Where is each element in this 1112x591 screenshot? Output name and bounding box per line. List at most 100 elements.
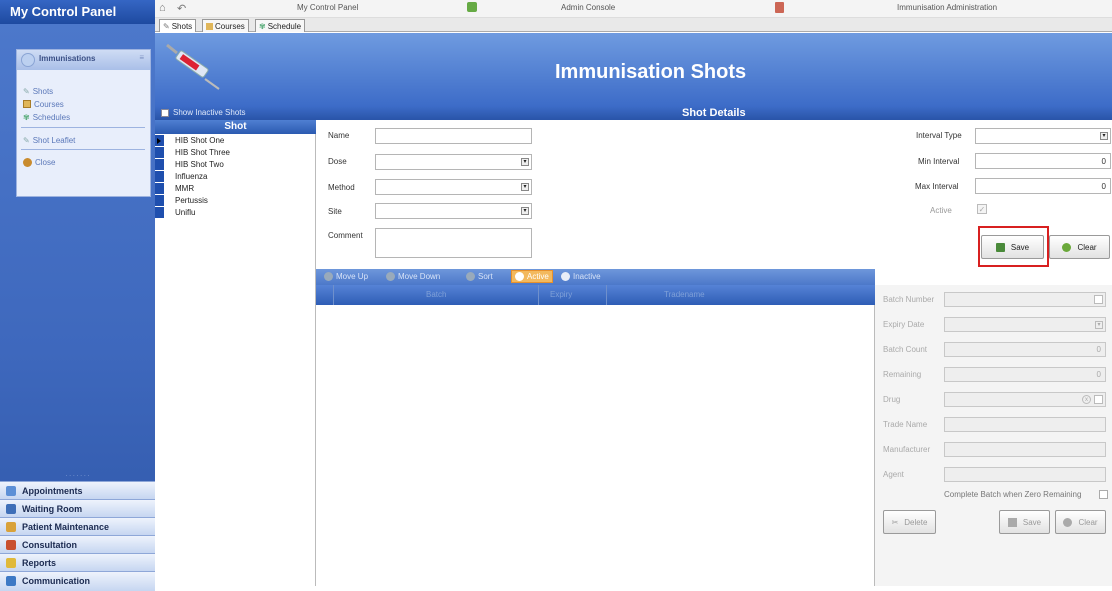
list-item[interactable]: Pertussis [155, 195, 316, 206]
list-gutter [155, 219, 164, 586]
breadcrumb-admin-console[interactable]: Admin Console [561, 3, 615, 12]
batch-clear-button[interactable]: Clear [1055, 510, 1106, 534]
interval-type-select[interactable]: ▾ [975, 128, 1111, 144]
show-inactive-checkbox[interactable] [161, 108, 169, 117]
name-field[interactable] [375, 128, 532, 144]
list-item[interactable]: HIB Shot One [155, 135, 316, 146]
list-item[interactable]: HIB Shot Two [155, 159, 316, 170]
shot-column-header[interactable]: Shot [155, 120, 316, 134]
lookup-icon[interactable] [1094, 395, 1103, 404]
sidebar-item-close[interactable]: Close [23, 156, 55, 168]
active-filter-button[interactable]: Active [511, 270, 553, 283]
sidebar-item-shot-leaflet[interactable]: ✎ Shot Leaflet [23, 134, 75, 146]
tab-courses[interactable]: Courses [202, 19, 249, 32]
sort-label: Sort [478, 272, 493, 281]
tab-label: Shots [171, 21, 193, 31]
clear-icon [1062, 242, 1072, 252]
inactive-filter-button[interactable]: Inactive [561, 272, 601, 281]
sidebar-item-schedules[interactable]: ✾ Schedules [23, 111, 70, 123]
page-header: Immunisation Shots [155, 33, 1112, 106]
batch-number-field[interactable] [944, 292, 1106, 307]
consultation-icon [6, 540, 16, 550]
batch-grid-header: Batch Expiry Tradename [316, 285, 875, 305]
nav-waiting-room[interactable]: Waiting Room [0, 499, 155, 517]
name-label: Name [328, 131, 350, 140]
sidebar: My Control Panel Immunisations ≡ ✎ Shots… [0, 0, 155, 591]
active-label: Active [930, 206, 952, 215]
active-checkbox[interactable]: ✓ [977, 204, 987, 214]
sidebar-item-courses[interactable]: Courses [23, 98, 64, 110]
home-icon[interactable]: ⌂ [159, 2, 166, 14]
lookup-icon[interactable] [1094, 295, 1103, 304]
list-item-label: Uniflu [175, 208, 196, 217]
collapse-icon[interactable]: ≡ [139, 53, 144, 62]
batch-save-button[interactable]: Save [999, 510, 1050, 534]
splitter-grip[interactable]: · · · · · · · [0, 473, 155, 481]
tab-shots[interactable]: ✎ Shots [159, 19, 197, 32]
list-item[interactable]: Uniflu [155, 207, 316, 218]
inactive-icon [561, 272, 570, 281]
nav-patient-maintenance[interactable]: Patient Maintenance [0, 517, 155, 535]
breadcrumb-control-panel[interactable]: My Control Panel [297, 3, 358, 12]
chevron-down-icon[interactable]: ▾ [521, 207, 529, 215]
manufacturer-field[interactable] [944, 442, 1106, 457]
move-down-label: Move Down [398, 272, 441, 281]
column-divider [606, 285, 607, 305]
batch-count-label: Batch Count [883, 345, 928, 354]
remaining-field[interactable]: 0 [944, 367, 1106, 382]
delete-button[interactable]: ✂ Delete [883, 510, 936, 534]
breadcrumb-immunisation-admin[interactable]: Immunisation Administration [897, 3, 997, 12]
column-header-tradename[interactable]: Tradename [664, 290, 705, 299]
dose-select[interactable]: ▾ [375, 154, 532, 170]
syringe-icon [21, 53, 35, 67]
top-toolbar: ⌂ ↶ My Control Panel Admin Console Immun… [155, 0, 1112, 18]
expiry-date-field[interactable]: ▾ [944, 317, 1106, 332]
sort-button[interactable]: Sort [466, 272, 493, 281]
show-inactive-toggle[interactable]: Show Inactive Shots [161, 108, 245, 117]
active-icon [515, 272, 524, 281]
chevron-down-icon[interactable]: ▾ [521, 183, 529, 191]
chevron-down-icon[interactable]: ▾ [521, 158, 529, 166]
column-header-batch[interactable]: Batch [426, 290, 446, 299]
method-label: Method [328, 183, 355, 192]
max-interval-field[interactable]: 0 [975, 178, 1111, 194]
move-up-button[interactable]: Move Up [324, 272, 368, 281]
column-header-expiry[interactable]: Expiry [550, 290, 572, 299]
move-down-button[interactable]: Move Down [386, 272, 440, 281]
show-inactive-label: Show Inactive Shots [173, 108, 246, 117]
chevron-down-icon[interactable]: ▾ [1095, 321, 1103, 329]
close-icon [23, 157, 32, 167]
clear-button[interactable]: Clear [1049, 235, 1110, 259]
sidebar-item-shots[interactable]: ✎ Shots [23, 85, 53, 97]
comment-field[interactable] [375, 228, 532, 258]
nav-appointments[interactable]: Appointments [0, 481, 155, 499]
nav-communication[interactable]: Communication [0, 571, 155, 591]
min-interval-field[interactable]: 0 [975, 153, 1111, 169]
clear-icon[interactable]: x [1082, 395, 1091, 404]
delete-button-label: Delete [904, 517, 928, 527]
agent-field[interactable] [944, 467, 1106, 482]
complete-batch-checkbox[interactable] [1099, 490, 1108, 499]
tab-schedule[interactable]: ✾ Schedule [255, 19, 306, 32]
drug-field[interactable]: x [944, 392, 1106, 407]
nav-consultation[interactable]: Consultation [0, 535, 155, 553]
shot-list: Shot HIB Shot One HIB Shot Three HIB Sho… [155, 120, 316, 586]
batch-count-field[interactable]: 0 [944, 342, 1106, 357]
trade-name-field[interactable] [944, 417, 1106, 432]
list-item[interactable]: MMR [155, 183, 316, 194]
back-icon[interactable]: ↶ [177, 2, 186, 15]
batch-grid[interactable] [316, 305, 875, 586]
nav-label: Reports [22, 558, 57, 568]
nav-reports[interactable]: Reports [0, 553, 155, 571]
method-select[interactable]: ▾ [375, 179, 532, 195]
batch-clear-label: Clear [1078, 517, 1098, 527]
chevron-down-icon[interactable]: ▾ [1100, 132, 1108, 140]
save-icon [995, 242, 1005, 252]
list-item-label: Pertussis [175, 196, 208, 205]
save-button[interactable]: Save [981, 235, 1044, 259]
shot-details-title: Shot Details [682, 107, 746, 119]
immunisations-group-header[interactable]: Immunisations ≡ [17, 50, 150, 70]
list-item[interactable]: Influenza [155, 171, 316, 182]
list-item[interactable]: HIB Shot Three [155, 147, 316, 158]
site-select[interactable]: ▾ [375, 203, 532, 219]
